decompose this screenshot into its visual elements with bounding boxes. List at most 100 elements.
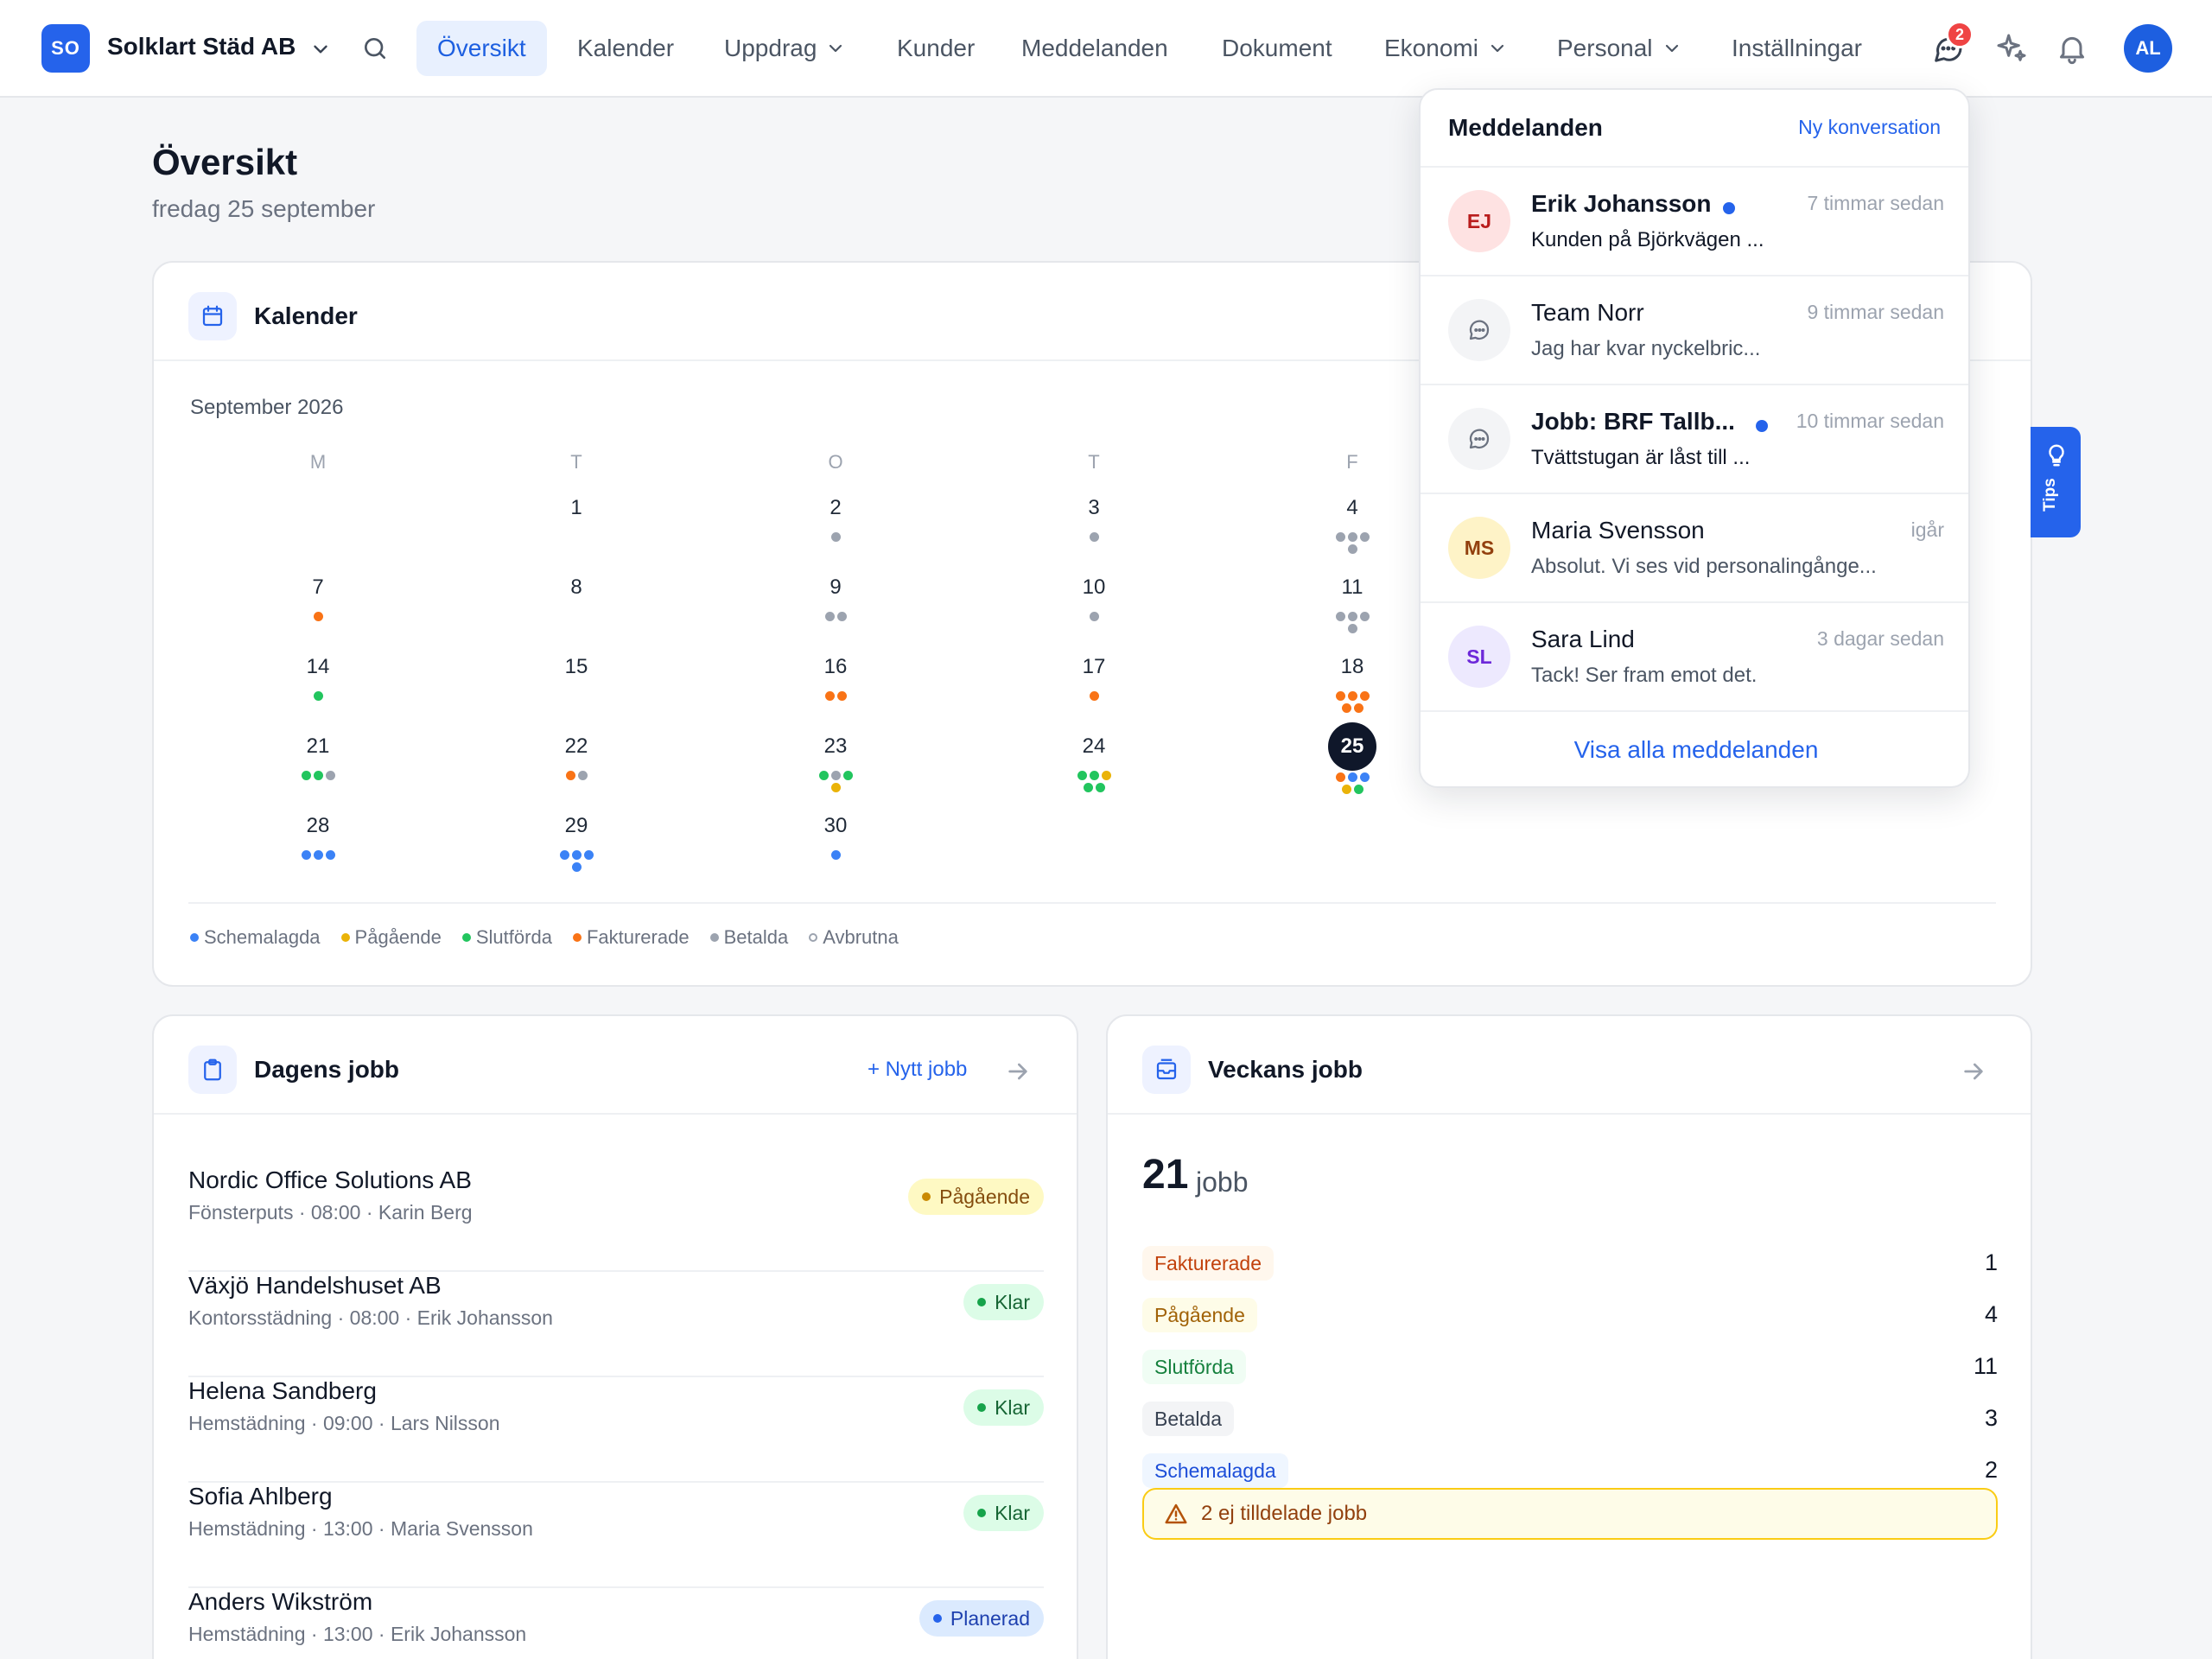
new-job-link[interactable]: + Nytt jobb: [868, 1058, 967, 1082]
stat-row-fakturerade[interactable]: Fakturerade 1: [1142, 1246, 1998, 1282]
calendar-day-16[interactable]: 16: [801, 645, 870, 701]
job-row[interactable]: Anders Wikström Hemstädning · 13:00 · Eri…: [188, 1588, 1044, 1659]
calendar-day-25[interactable]: 25: [1318, 722, 1387, 794]
calendar-day-23[interactable]: 23: [801, 724, 870, 792]
day-job-dots: [817, 771, 855, 792]
job-dot-fakturerade: [313, 612, 323, 621]
calendar-day-28[interactable]: 28: [283, 804, 353, 860]
nav-översikt[interactable]: Översikt: [416, 21, 547, 76]
chevron-down-icon: [1665, 44, 1678, 53]
job-dot-betalda: [325, 771, 335, 780]
calendar-legend: Schemalagda Pågående Slutförda Fakturerade B…: [190, 926, 899, 949]
nav-personal[interactable]: Personal: [1536, 21, 1703, 76]
job-details: Fönsterputs · 08:00 · Karin Berg: [188, 1201, 473, 1224]
message-avatar: MS: [1448, 517, 1510, 579]
nav-meddelanden[interactable]: Meddelanden: [1001, 21, 1189, 76]
day-job-dots: [1075, 691, 1113, 701]
calendar-day-8[interactable]: 8: [542, 565, 611, 612]
calendar-day-7[interactable]: 7: [283, 565, 353, 621]
calendar-day-1[interactable]: 1: [542, 486, 611, 532]
job-dot-schemalagda: [313, 850, 323, 860]
nav-label: Ekonomi: [1384, 35, 1478, 61]
message-item[interactable]: SL Sara Lind 3 dagar sedan Tack! Ser fram e…: [1421, 601, 1968, 710]
company-badge[interactable]: SO: [41, 24, 90, 73]
stat-label: Schemalagda: [1142, 1453, 1288, 1488]
stat-row-pagaende[interactable]: Pågående 4: [1142, 1298, 1998, 1334]
job-dot-slutforda: [1089, 771, 1099, 780]
calendar-day-21[interactable]: 21: [283, 724, 353, 780]
message-preview: Tvättstugan är låst till ...: [1531, 446, 1751, 469]
nav-inställningar[interactable]: Inställningar: [1711, 21, 1883, 76]
stat-row-schemalagda[interactable]: Schemalagda 2: [1142, 1453, 1998, 1490]
nav-kalender[interactable]: Kalender: [556, 21, 695, 76]
job-dot-betalda: [824, 612, 835, 621]
stat-value: 4: [1984, 1301, 1998, 1327]
message-avatar: SL: [1448, 626, 1510, 688]
message-time: 10 timmar sedan: [1796, 410, 1944, 432]
calendar-day-17[interactable]: 17: [1059, 645, 1128, 701]
bell-icon[interactable]: [2055, 31, 2089, 66]
legend-item-pagaende: Pågående: [340, 926, 442, 949]
message-item[interactable]: Team Norr 9 timmar sedan Jag har kvar nyck…: [1421, 275, 1968, 384]
stat-label: Pågående: [1142, 1298, 1257, 1332]
calendar-day-10[interactable]: 10: [1059, 565, 1128, 621]
calendar-day-29[interactable]: 29: [542, 804, 611, 872]
day-job-dots: [1075, 532, 1113, 542]
job-dot-schemalagda: [1359, 772, 1370, 782]
sparkles-icon[interactable]: [1994, 31, 2029, 66]
calendar-day-14[interactable]: 14: [283, 645, 353, 701]
day-job-dots: [557, 771, 595, 780]
day-job-dots: [817, 691, 855, 701]
day-number: 14: [306, 655, 330, 678]
job-row[interactable]: Nordic Office Solutions AB Fönsterputs · …: [188, 1166, 1044, 1272]
page-date: fredag 25 september: [152, 195, 376, 222]
job-status-badge: Pågående: [908, 1179, 1044, 1215]
arrow-right-icon[interactable]: [1960, 1058, 1987, 1085]
nav-dokument[interactable]: Dokument: [1201, 21, 1353, 76]
message-item[interactable]: Jobb: BRF Tallb... 10 timmar sedan Tvättst…: [1421, 384, 1968, 493]
message-item[interactable]: EJ Erik Johansson 7 timmar sedan Kunden på …: [1421, 166, 1968, 275]
job-dot-betalda: [1089, 532, 1099, 542]
calendar-day-2[interactable]: 2: [801, 486, 870, 542]
nav-kunder[interactable]: Kunder: [876, 21, 995, 76]
nav-ekonomi[interactable]: Ekonomi: [1363, 21, 1529, 76]
calendar-day-24[interactable]: 24: [1059, 724, 1128, 792]
nav-uppdrag[interactable]: Uppdrag: [703, 21, 867, 76]
tips-label: Tips: [2041, 478, 2059, 512]
search-icon[interactable]: [361, 35, 389, 62]
todays-jobs-card: Dagens jobb + Nytt jobb Nordic Office So…: [152, 1014, 1078, 1659]
legend-label: Betalda: [723, 926, 789, 948]
calendar-day-15[interactable]: 15: [542, 645, 611, 691]
message-item[interactable]: MS Maria Svensson igår Absolut. Vi ses vid …: [1421, 493, 1968, 601]
stat-row-betalda[interactable]: Betalda 3: [1142, 1402, 1998, 1438]
arrow-right-icon[interactable]: [1004, 1058, 1032, 1085]
chevron-down-icon[interactable]: [309, 38, 332, 60]
user-avatar[interactable]: AL: [2124, 24, 2172, 73]
nav-label: Kalender: [577, 35, 675, 61]
calendar-day-4[interactable]: 4: [1318, 486, 1387, 554]
stat-label: Fakturerade: [1142, 1246, 1274, 1281]
tips-tab[interactable]: Tips: [2031, 427, 2081, 537]
job-row[interactable]: Växjö Handelshuset AB Kontorsstädning · 0…: [188, 1272, 1044, 1377]
job-dot-fakturerade: [1353, 703, 1363, 713]
stat-row-slutforda[interactable]: Slutförda 11: [1142, 1350, 1998, 1386]
calendar-day-18[interactable]: 18: [1318, 645, 1387, 713]
calendar-icon: [202, 305, 223, 327]
new-conversation-link[interactable]: Ny konversation: [1798, 116, 1941, 139]
job-row[interactable]: Helena Sandberg Hemstädning · 09:00 · Lar…: [188, 1377, 1044, 1483]
job-customer-name: Nordic Office Solutions AB: [188, 1166, 472, 1193]
calendar-day-11[interactable]: 11: [1318, 565, 1387, 633]
weekday-label: M: [309, 451, 327, 473]
calendar-day-3[interactable]: 3: [1059, 486, 1128, 542]
calendar-day-9[interactable]: 9: [801, 565, 870, 621]
messages-dropdown-title: Meddelanden: [1448, 114, 1603, 141]
unassigned-jobs-warning[interactable]: 2 ej tilldelade jobb: [1142, 1488, 1998, 1540]
company-name[interactable]: Solklart Städ AB: [107, 33, 296, 60]
card-divider: [1108, 1113, 2031, 1115]
view-all-messages-link[interactable]: Visa alla meddelanden: [1421, 710, 1968, 786]
calendar-day-30[interactable]: 30: [801, 804, 870, 860]
calendar-day-22[interactable]: 22: [542, 724, 611, 780]
job-dot-schemalagda: [559, 850, 569, 860]
message-time: 7 timmar sedan: [1807, 192, 1944, 214]
job-row[interactable]: Sofia Ahlberg Hemstädning · 13:00 · Maria…: [188, 1483, 1044, 1588]
